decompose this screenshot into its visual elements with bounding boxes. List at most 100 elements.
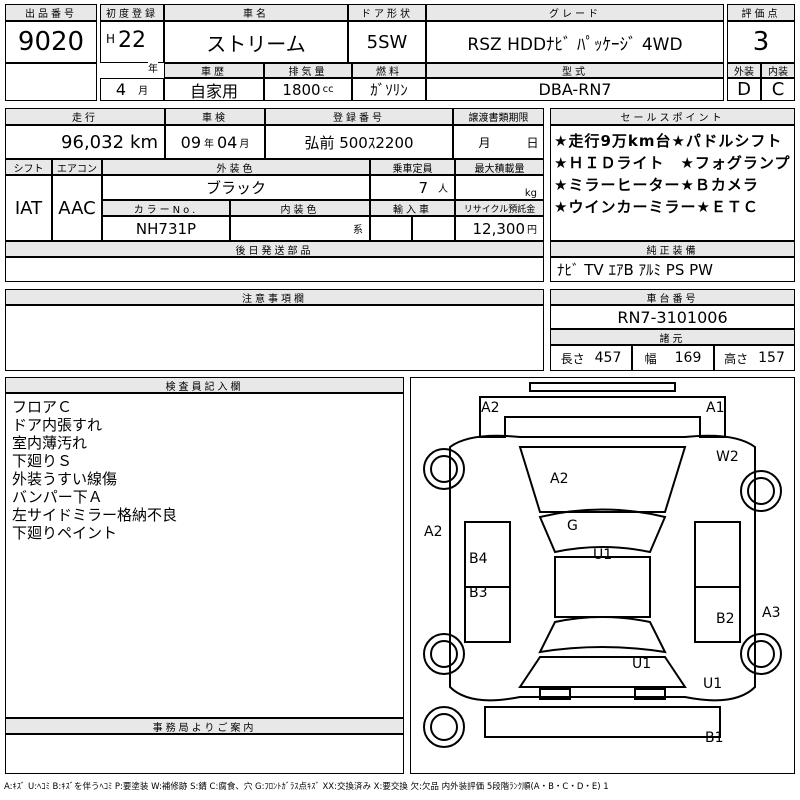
displacement-value: 1800: [282, 80, 321, 99]
displacement-header: 排気量: [264, 63, 352, 78]
damage-u1-corner: U1: [703, 676, 723, 692]
score-header: 評価点: [727, 4, 795, 21]
displacement-cell: 1800 cc: [264, 78, 352, 101]
transfer-day-unit: 日: [526, 135, 539, 150]
mileage-header: 走行: [5, 108, 165, 125]
color-no-value: NH731P: [102, 216, 230, 241]
int-color-header: 内装色: [230, 200, 370, 216]
inspector-note: ドア内張すれ: [12, 416, 103, 434]
body-outline: [449, 434, 756, 702]
first-reg-month-cell: 4 月: [100, 78, 164, 101]
aircon-value: AAC: [52, 175, 102, 241]
transfer-month-unit: 月: [478, 135, 491, 150]
inspection-month-unit: 月: [239, 138, 250, 150]
capacity-unit: 人: [438, 184, 448, 195]
dims-width-cell: 幅 169: [632, 345, 714, 371]
rear-bumper: [484, 706, 721, 738]
inspector-note: 下廻りＳ: [12, 452, 73, 470]
first-reg-era: H: [106, 32, 116, 46]
recycle-header: リサイクル預託金: [455, 200, 544, 216]
dims-height-label: 高さ: [724, 351, 749, 366]
aircon-header: エアコン: [52, 159, 102, 175]
dims-length-cell: 長さ 457: [550, 345, 632, 371]
rear-right-wheel-inner: [747, 640, 775, 668]
top-bumper-strip: [529, 382, 676, 392]
car-diagram: [423, 382, 782, 748]
transfer-header: 譲渡書類期限: [453, 108, 544, 125]
recycle-unit: 円: [527, 225, 537, 236]
int-color-cell: 系: [230, 216, 370, 241]
color-no-header: カラーNo.: [102, 200, 230, 216]
rear-glass-outline: [538, 616, 667, 654]
inspector-header: 検査員記入欄: [5, 377, 404, 393]
roof-outline: [554, 556, 651, 618]
damage-a2-hood: A2: [550, 471, 569, 487]
inspection-cell: 09 年 04 月: [165, 125, 265, 159]
capacity-cell: 7 人: [370, 175, 455, 200]
right-front-door: [694, 521, 741, 588]
car-name-header: 車名: [164, 4, 348, 21]
damage-b4: B4: [469, 551, 488, 567]
first-reg-year: 22: [118, 28, 146, 53]
recycle-cell: 12,300 円: [455, 216, 544, 241]
dims-length: 457: [594, 350, 622, 366]
damage-b2: B2: [716, 611, 735, 627]
import-cell-b: [412, 216, 455, 241]
fuel-header: 燃料: [352, 63, 426, 78]
dims-width-label: 幅: [644, 351, 657, 366]
inspection-year: 09: [180, 132, 201, 152]
import-header: 輸入車: [370, 200, 455, 216]
inspection-year-unit: 年: [204, 138, 214, 150]
dims-width: 169: [674, 350, 702, 366]
later-parts-header: 後日発送部品: [5, 241, 544, 257]
inspector-note: フロアＣ: [12, 398, 73, 416]
door-header: ドア形状: [348, 4, 426, 21]
registration-value: 弘前 500ｽ2200: [265, 125, 453, 159]
rear-left-wheel-inner: [430, 640, 458, 668]
damage-g: G: [567, 518, 578, 534]
model-value: DBA-RN7: [426, 78, 724, 101]
displacement-unit: cc: [322, 84, 334, 95]
sales-point-item: ★ミラーヒーター★Ｂカメラ: [554, 176, 759, 194]
damage-a1: A1: [706, 400, 725, 416]
spare-wheel-left-inner: [430, 713, 458, 741]
damage-u1-rear: U1: [632, 656, 652, 672]
first-reg-year-unit: 年: [148, 60, 158, 75]
registration-header: 登録番号: [265, 108, 453, 125]
car-name: ストリーム: [164, 21, 348, 63]
windshield-outline: [538, 508, 667, 554]
door-type: 5SW: [348, 21, 426, 63]
int-score-header: 内装: [761, 63, 795, 78]
chassis-header: 車台番号: [550, 289, 795, 305]
mileage-unit: km: [130, 131, 158, 153]
int-color-unit: 系: [353, 225, 363, 236]
inspector-note: 下廻りペイント: [12, 524, 118, 542]
front-outline: [479, 396, 726, 438]
dims-height: 157: [758, 350, 785, 366]
history-value: 自家用: [164, 78, 264, 101]
max-load-header: 最大積載量: [455, 159, 544, 175]
inspection-month: 04: [217, 132, 238, 152]
transfer-cell: 月 日: [453, 125, 544, 159]
damage-a2-side: A2: [424, 524, 443, 540]
first-reg-month: 4: [115, 80, 127, 99]
grade-header: グレード: [426, 4, 724, 21]
grade-value: RSZ HDDﾅﾋﾞ ﾊﾟｯｹｰｼﾞ 4WD: [426, 21, 724, 63]
first-reg-month-unit: 月: [138, 86, 149, 97]
office-box: [5, 734, 404, 774]
mileage-cell: 96,032 km: [5, 125, 165, 159]
first-reg-header: 初度登録: [100, 4, 164, 21]
shift-value: IAT: [5, 175, 52, 241]
mileage-value: 96,032: [61, 131, 125, 153]
inspector-note: 左サイドミラー格納不良: [12, 506, 178, 524]
inspector-note: バンパー下Ａ: [12, 488, 103, 506]
front-right-wheel-inner: [747, 477, 775, 505]
import-cell-a: [370, 216, 412, 241]
notes-box: [5, 305, 544, 371]
ext-score: D: [727, 78, 761, 101]
max-load-cell: kg: [455, 175, 544, 200]
fuel-value: ｶﾞｿﾘﾝ: [352, 78, 426, 101]
lot-number: 9020: [5, 21, 97, 63]
max-load-unit: kg: [524, 188, 537, 199]
inspector-note: 室内薄汚れ: [12, 434, 88, 452]
